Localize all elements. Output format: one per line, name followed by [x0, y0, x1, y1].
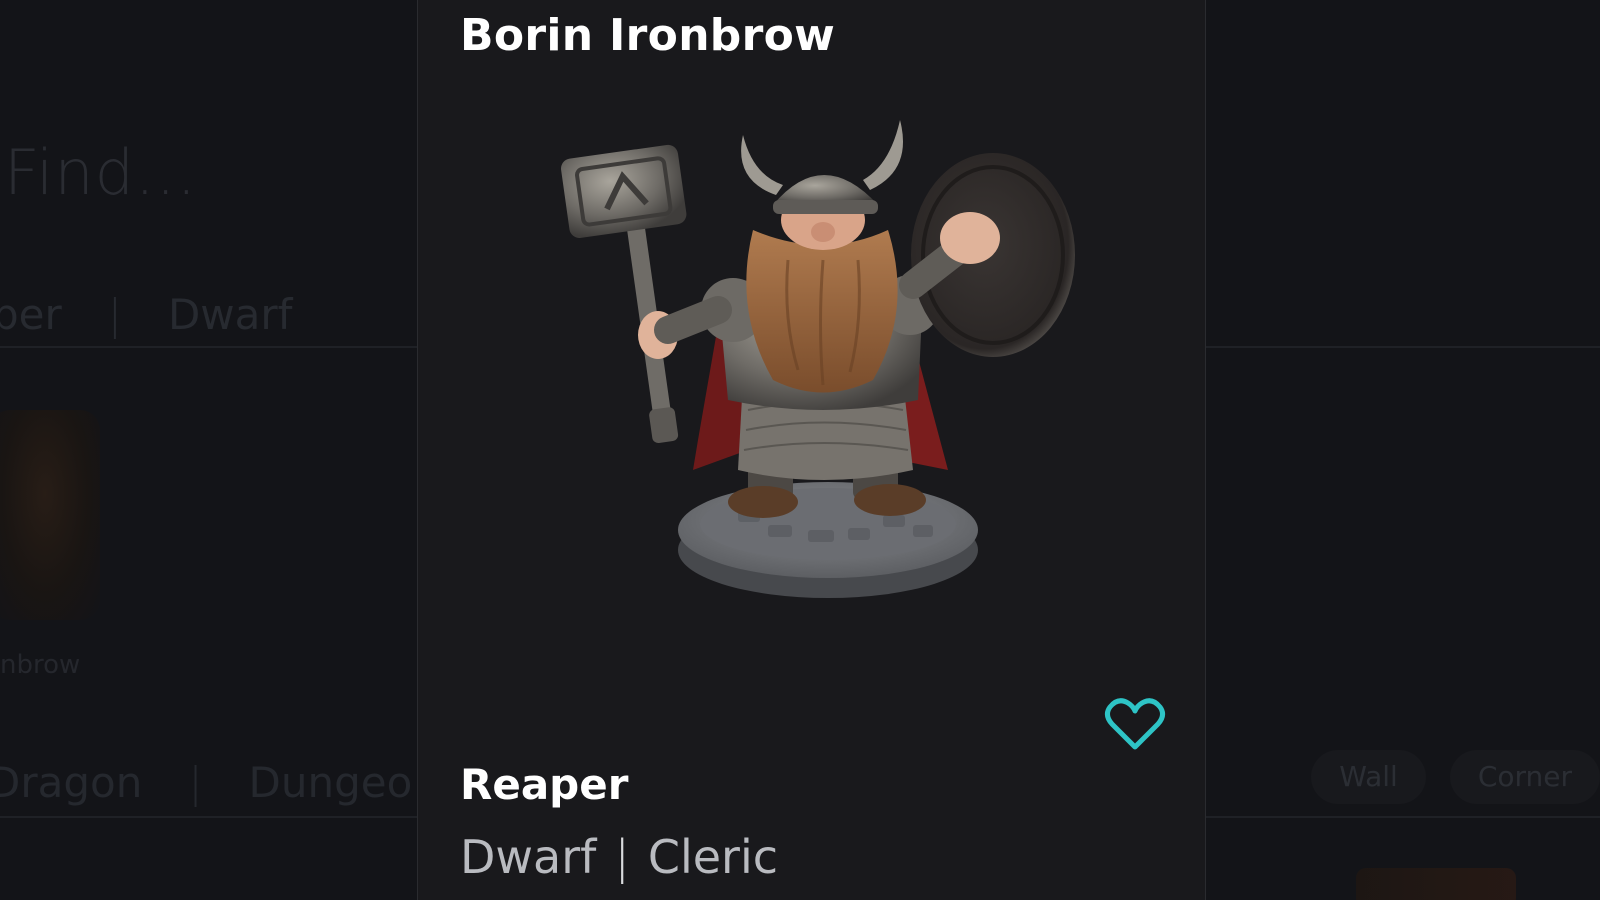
chip-corner[interactable]: Corner [1449, 750, 1600, 804]
filter-item[interactable]: Dungeo [248, 758, 412, 807]
tag-class: Cleric [647, 830, 779, 884]
result-thumbnail[interactable] [0, 410, 100, 620]
filter-separator: | [188, 758, 203, 807]
filter-item[interactable]: Dragon [0, 758, 142, 807]
tag-race: Dwarf [460, 830, 597, 884]
filter-bar-bottom: Dragon | Dungeo [0, 758, 412, 807]
card-title: Borin Ironbrow [460, 10, 836, 61]
tag-separator: | [614, 830, 630, 884]
miniature-tags: Dwarf | Cleric [460, 830, 778, 884]
result-thumbnail[interactable] [1356, 868, 1516, 900]
result-label: nbrow [0, 650, 81, 680]
miniature-image [561, 120, 1075, 598]
miniature-detail-card: Borin Ironbrow Reaper Dwarf | Cleric [417, 0, 1206, 900]
heart-icon[interactable] [1104, 695, 1166, 753]
search-input[interactable]: Find... [4, 136, 197, 209]
miniature-name: Reaper [460, 760, 629, 809]
filter-bar-top: per | Dwarf [0, 290, 292, 339]
filter-separator: | [107, 290, 122, 339]
chip-wall[interactable]: Wall [1311, 750, 1426, 804]
filter-item[interactable]: Dwarf [168, 290, 292, 339]
chip-group: Wall Corner [1311, 750, 1600, 804]
filter-item[interactable]: per [0, 290, 62, 339]
